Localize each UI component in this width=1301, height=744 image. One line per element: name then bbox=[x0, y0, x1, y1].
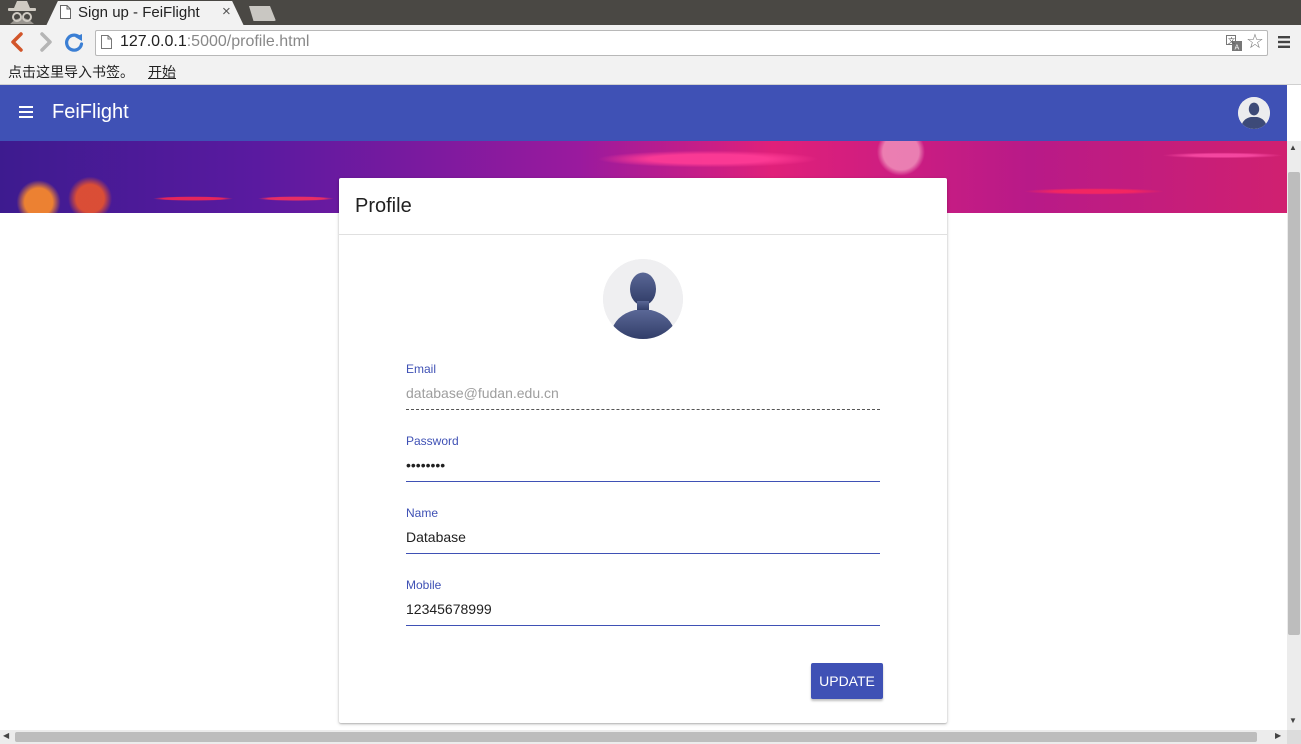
email-underline bbox=[406, 409, 880, 410]
incognito-icon bbox=[8, 1, 36, 24]
update-button[interactable]: UPDATE bbox=[811, 663, 883, 699]
tab-title: Sign up - FeiFlight bbox=[78, 4, 200, 21]
url-path: :5000/profile.html bbox=[186, 33, 310, 50]
horizontal-scrollbar-thumb[interactable] bbox=[15, 732, 1257, 742]
translate-icon[interactable]: 文 A bbox=[1226, 35, 1242, 51]
app-bar bbox=[0, 85, 1287, 141]
card-divider bbox=[339, 234, 947, 235]
page-info-icon[interactable] bbox=[101, 35, 112, 49]
chrome-menu-icon[interactable] bbox=[1277, 35, 1291, 49]
email-field[interactable] bbox=[406, 384, 880, 402]
url-text[interactable]: 127.0.0.1:5000/profile.html bbox=[120, 33, 309, 51]
bookmarks-bar bbox=[0, 58, 1301, 85]
back-arrow-icon[interactable] bbox=[7, 31, 27, 53]
bookmarks-start-link[interactable]: 开始 bbox=[148, 62, 176, 82]
password-underline bbox=[406, 481, 880, 482]
scroll-down-icon[interactable]: ▼ bbox=[1289, 716, 1297, 725]
tab-close-icon[interactable]: × bbox=[222, 3, 231, 21]
scroll-left-icon[interactable]: ◀ bbox=[3, 731, 9, 740]
card-title: Profile bbox=[355, 195, 412, 217]
bookmarks-import-prompt: 点击这里导入书签。 bbox=[8, 65, 134, 81]
name-field[interactable] bbox=[406, 528, 880, 546]
mobile-field[interactable] bbox=[406, 600, 880, 618]
hamburger-menu-icon[interactable] bbox=[19, 106, 33, 118]
svg-text:A: A bbox=[1235, 44, 1240, 52]
document-icon bbox=[60, 5, 71, 19]
email-label: Email bbox=[406, 362, 437, 376]
user-avatar-icon[interactable] bbox=[1238, 97, 1270, 129]
password-field[interactable] bbox=[406, 456, 880, 474]
name-underline bbox=[406, 553, 880, 554]
bookmark-star-icon[interactable]: ☆ bbox=[1246, 32, 1264, 52]
scrollbar-corner bbox=[1287, 730, 1301, 744]
profile-avatar-icon[interactable] bbox=[603, 259, 683, 339]
password-label: Password bbox=[406, 434, 459, 448]
mobile-label: Mobile bbox=[406, 578, 442, 592]
url-host: 127.0.0.1 bbox=[120, 33, 187, 50]
reload-icon[interactable] bbox=[63, 31, 85, 53]
app-title: FeiFlight bbox=[52, 101, 129, 123]
mobile-underline bbox=[406, 625, 880, 626]
name-label: Name bbox=[406, 506, 439, 520]
scroll-up-icon[interactable]: ▲ bbox=[1289, 143, 1297, 152]
forward-arrow-icon[interactable] bbox=[36, 31, 56, 53]
vertical-scrollbar-thumb[interactable] bbox=[1288, 172, 1300, 635]
scroll-right-icon[interactable]: ▶ bbox=[1275, 731, 1281, 740]
